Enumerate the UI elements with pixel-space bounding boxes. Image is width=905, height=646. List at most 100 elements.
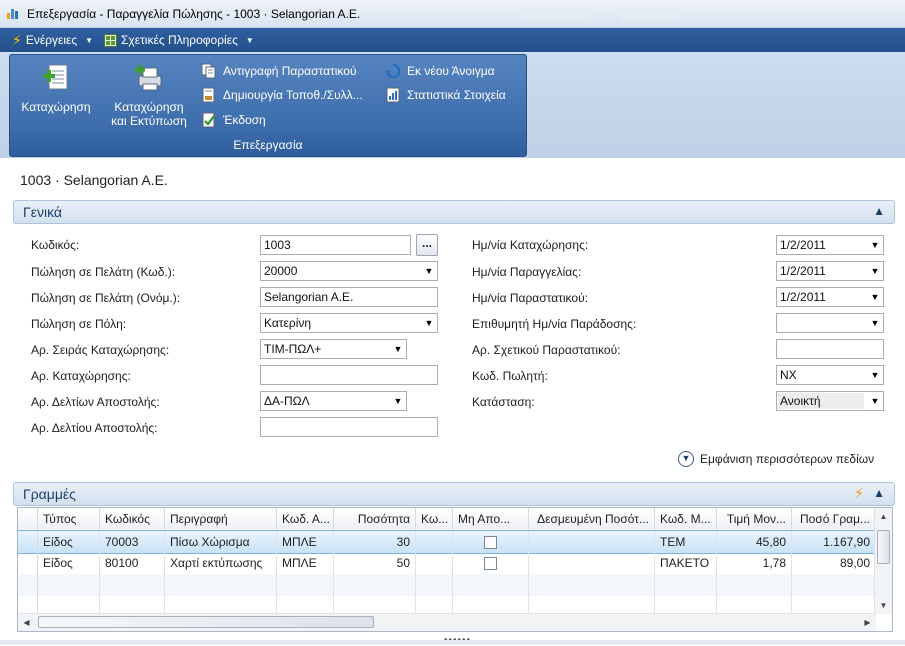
no-field[interactable]: 1003 <box>260 235 411 255</box>
col-header-no[interactable]: Κωδικός <box>100 508 165 530</box>
dropdown-arrow-icon[interactable]: ▼ <box>869 288 881 306</box>
empty-cell[interactable] <box>100 574 165 596</box>
order-date-field[interactable]: 1/2/2011 ▼ <box>776 261 884 281</box>
cell-no[interactable]: 70003 <box>100 531 165 553</box>
col-header-description[interactable]: Περιγραφή <box>165 508 277 530</box>
shipment-series-field[interactable]: ΔΑ-ΠΩΛ ▼ <box>260 391 407 411</box>
col-header-not-shipped[interactable]: Μη Απο... <box>453 508 529 530</box>
cell-variant[interactable]: ΜΠΛΕ <box>277 552 334 574</box>
post-button[interactable]: Καταχώρηση <box>18 62 94 114</box>
cell-uom[interactable]: ΤΕΜ <box>655 531 717 553</box>
dropdown-arrow-icon[interactable]: ▼ <box>423 262 435 280</box>
related-info-menu[interactable]: Σχετικές Πληροφορίες ▼ <box>104 32 254 48</box>
dropdown-arrow-icon[interactable]: ▼ <box>392 392 404 410</box>
scroll-left-icon[interactable]: ◀ <box>18 618 35 627</box>
empty-cell[interactable] <box>38 574 100 596</box>
horizontal-scroll-thumb[interactable] <box>38 616 374 628</box>
empty-cell[interactable] <box>655 574 717 596</box>
empty-cell[interactable] <box>717 574 792 596</box>
posting-date-field[interactable]: 1/2/2011 ▼ <box>776 235 884 255</box>
cell-variant[interactable]: ΜΠΛΕ <box>277 531 334 553</box>
posting-series-field[interactable]: ΤΙΜ-ΠΩΛ+ ▼ <box>260 339 407 359</box>
dropdown-arrow-icon[interactable]: ▼ <box>869 314 881 332</box>
lines-fasttab-header[interactable]: Γραμμές ⚡ ▲ <box>13 482 895 506</box>
cell-unit-price[interactable]: 1,78 <box>717 552 792 574</box>
col-header-quantity[interactable]: Ποσότητα <box>334 508 416 530</box>
create-whse-button[interactable]: Δημιουργία Τοποθ./Συλλ... <box>201 87 363 103</box>
lightning-icon[interactable]: ⚡ <box>854 485 864 502</box>
cell-quantity[interactable]: 30 <box>334 531 416 553</box>
cell-type[interactable]: Είδος <box>38 531 100 553</box>
table-row[interactable]: Είδος 70003 Πίσω Χώρισμα ΜΠΛΕ 30 ΤΕΜ 45,… <box>18 530 876 554</box>
col-header-uom[interactable]: Κωδ. Μ... <box>655 508 717 530</box>
requested-delivery-field[interactable]: ▼ <box>776 313 884 333</box>
col-header-code[interactable]: Κω... <box>416 508 453 530</box>
cell-description[interactable]: Χαρτί εκτύπωσης <box>165 552 277 574</box>
cell-quantity[interactable]: 50 <box>334 552 416 574</box>
document-date-field[interactable]: 1/2/2011 ▼ <box>776 287 884 307</box>
posting-no-field[interactable] <box>260 365 438 385</box>
empty-cell[interactable] <box>334 574 416 596</box>
cell-unit-price[interactable]: 45,80 <box>717 531 792 553</box>
status-field[interactable]: Ανοικτή ▼ <box>776 391 884 411</box>
external-doc-field[interactable] <box>776 339 884 359</box>
cell-type[interactable]: Είδος <box>38 552 100 574</box>
row-selector[interactable] <box>18 574 38 596</box>
row-selector[interactable] <box>18 552 38 574</box>
dropdown-arrow-icon[interactable]: ▼ <box>869 366 881 384</box>
cell-reserved-qty[interactable] <box>529 552 655 574</box>
empty-cell[interactable] <box>277 574 334 596</box>
empty-row[interactable] <box>18 574 876 596</box>
cell-line-amount[interactable]: 89,00 <box>792 552 876 574</box>
empty-cell[interactable] <box>165 574 277 596</box>
vertical-scrollbar[interactable]: ▲ ▼ <box>874 508 892 614</box>
customer-no-field[interactable]: 20000 ▼ <box>260 261 438 281</box>
cell-not-shipped[interactable] <box>453 531 529 553</box>
cell-uom[interactable]: ΠΑΚΕΤΟ <box>655 552 717 574</box>
cell-code[interactable] <box>416 552 453 574</box>
reopen-button[interactable]: Εκ νέου Άνοιγμα <box>385 63 495 79</box>
cell-code[interactable] <box>416 531 453 553</box>
show-more-fields-link[interactable]: ▼ Εμφάνιση περισσότερων πεδίων <box>678 451 874 467</box>
release-button[interactable]: Έκδοση <box>201 112 266 128</box>
empty-cell[interactable] <box>416 574 453 596</box>
collapse-icon[interactable]: ▲ <box>873 204 885 218</box>
checkbox[interactable] <box>484 557 497 571</box>
collapse-icon[interactable]: ▲ <box>873 486 885 500</box>
statistics-button[interactable]: Στατιστικά Στοιχεία <box>385 87 506 103</box>
col-header-line-amount[interactable]: Ποσό Γραμ... <box>792 508 876 530</box>
actions-menu[interactable]: ⚡ Ενέργειες ▼ <box>12 32 93 48</box>
scroll-right-icon[interactable]: ▶ <box>859 618 876 627</box>
col-header-variant[interactable]: Κωδ. Α... <box>277 508 334 530</box>
cell-not-shipped[interactable] <box>453 552 529 574</box>
empty-cell[interactable] <box>792 574 876 596</box>
col-header-reserved-qty[interactable]: Δεσμευμένη Ποσότ... <box>529 508 655 530</box>
empty-cell[interactable] <box>453 574 529 596</box>
dropdown-arrow-icon[interactable]: ▼ <box>392 340 404 358</box>
vertical-scroll-thumb[interactable] <box>877 530 890 564</box>
table-row[interactable]: Είδος 80100 Χαρτί εκτύπωσης ΜΠΛΕ 50 ΠΑΚΕ… <box>18 552 876 574</box>
horizontal-scrollbar[interactable]: ◀ ▶ <box>18 613 876 631</box>
col-header-unit-price[interactable]: Τιμή Μον... <box>717 508 792 530</box>
assist-edit-button[interactable]: ... <box>416 234 438 256</box>
dropdown-arrow-icon[interactable]: ▼ <box>869 236 881 254</box>
scroll-up-icon[interactable]: ▲ <box>875 512 892 521</box>
city-field[interactable]: Κατερίνη ▼ <box>260 313 438 333</box>
customer-name-field[interactable]: Selangorian A.E. <box>260 287 438 307</box>
empty-cell[interactable] <box>529 574 655 596</box>
cell-line-amount[interactable]: 1.167,90 <box>792 531 876 553</box>
scroll-down-icon[interactable]: ▼ <box>875 601 892 610</box>
col-header-type[interactable]: Τύπος <box>38 508 100 530</box>
dropdown-arrow-icon[interactable]: ▼ <box>423 314 435 332</box>
salesperson-field[interactable]: NX ▼ <box>776 365 884 385</box>
copy-document-button[interactable]: Αντιγραφή Παραστατικού <box>201 63 357 79</box>
dropdown-arrow-icon[interactable]: ▼ <box>869 392 881 410</box>
post-and-print-button[interactable]: Καταχώρηση και Εκτύπωση <box>104 62 194 128</box>
general-fasttab-header[interactable]: Γενικά ▲ <box>13 200 895 224</box>
row-selector[interactable] <box>18 531 38 553</box>
checkbox[interactable] <box>484 536 497 550</box>
cell-description[interactable]: Πίσω Χώρισμα <box>165 531 277 553</box>
cell-no[interactable]: 80100 <box>100 552 165 574</box>
cell-reserved-qty[interactable] <box>529 531 655 553</box>
dropdown-arrow-icon[interactable]: ▼ <box>869 262 881 280</box>
